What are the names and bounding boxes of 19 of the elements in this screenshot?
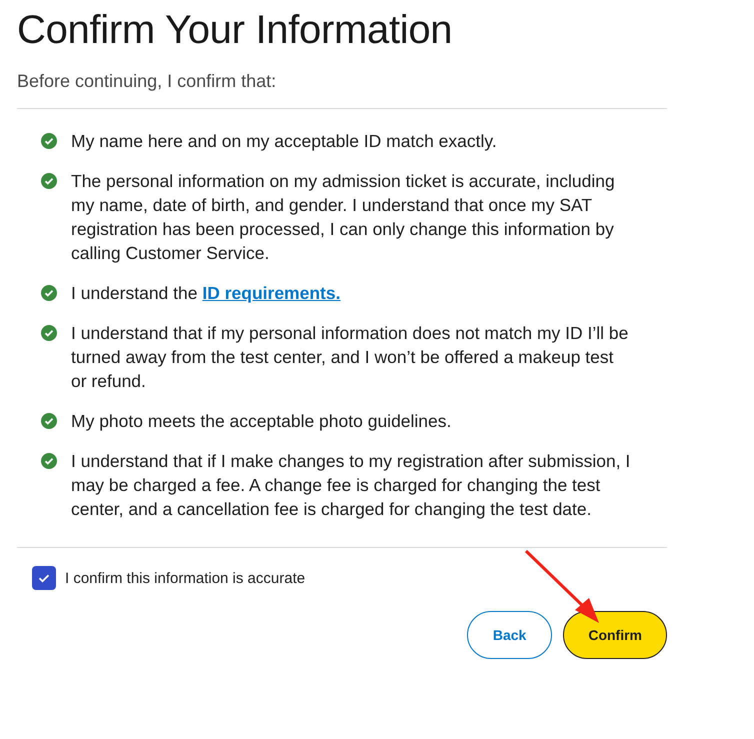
statement-text: I understand that if I make changes to my registration after submission, I may be charged a fee. A change fee is charged for changing the test center, and a cancellation fee is charged for changing the test date. [71,450,631,521]
confirm-button[interactable]: Confirm [563,611,667,659]
check-circle-icon [41,413,57,429]
statement-text: I understand the ID requirements. [71,282,342,305]
requirements-link[interactable]: ID requirements. [202,283,340,303]
statement-text: The personal information on my admission ticket is accurate, including my name, date of birth, and gender. I understand that once my SAT registration has been processed, I can only change this information by calling Customer Service. [71,170,616,265]
back-button[interactable]: Back [466,611,552,659]
check-circle-icon [41,285,57,301]
checkbox-label: I confirm this information is accurate [65,570,306,586]
check-circle-icon [41,133,57,149]
statement-text: My photo meets the acceptable photo guidelines. [71,410,452,433]
statement-text: My name here and on my acceptable ID match exactly. [71,130,498,153]
check-circle-icon [41,173,57,189]
page-title: Confirm Your Information [17,8,454,53]
statement-text: I understand that if my personal information does not match my ID I’ll be turned away from the test center, and I won’t be offered a makeup test or refund. [71,322,630,393]
check-circle-icon [41,453,57,469]
check-circle-icon [41,325,57,341]
intro-text: Before continuing, I confirm that: [17,71,278,92]
confirm-checkbox[interactable] [32,566,56,590]
